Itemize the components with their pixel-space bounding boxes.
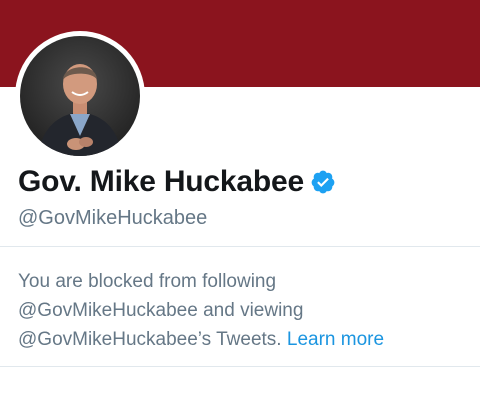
display-name: Gov. Mike Huckabee <box>18 165 304 198</box>
blocked-notice-line3: @GovMikeHuckabee’s Tweets. <box>18 329 282 350</box>
profile-handle: @GovMikeHuckabee <box>18 207 208 229</box>
profile-page: Gov. Mike Huckabee @GovMikeHuckabee You … <box>0 0 480 409</box>
learn-more-link[interactable]: Learn more <box>287 329 384 350</box>
blocked-notice: You are blocked from following @GovMikeH… <box>18 267 468 354</box>
divider <box>0 246 480 247</box>
divider <box>0 366 480 367</box>
avatar[interactable] <box>15 31 145 161</box>
name-row: Gov. Mike Huckabee <box>18 164 336 200</box>
blocked-notice-line1: You are blocked from following <box>18 271 277 292</box>
blocked-notice-line2: @GovMikeHuckabee and viewing <box>18 300 304 321</box>
avatar-photo <box>20 36 140 156</box>
verified-badge-icon <box>310 169 336 195</box>
